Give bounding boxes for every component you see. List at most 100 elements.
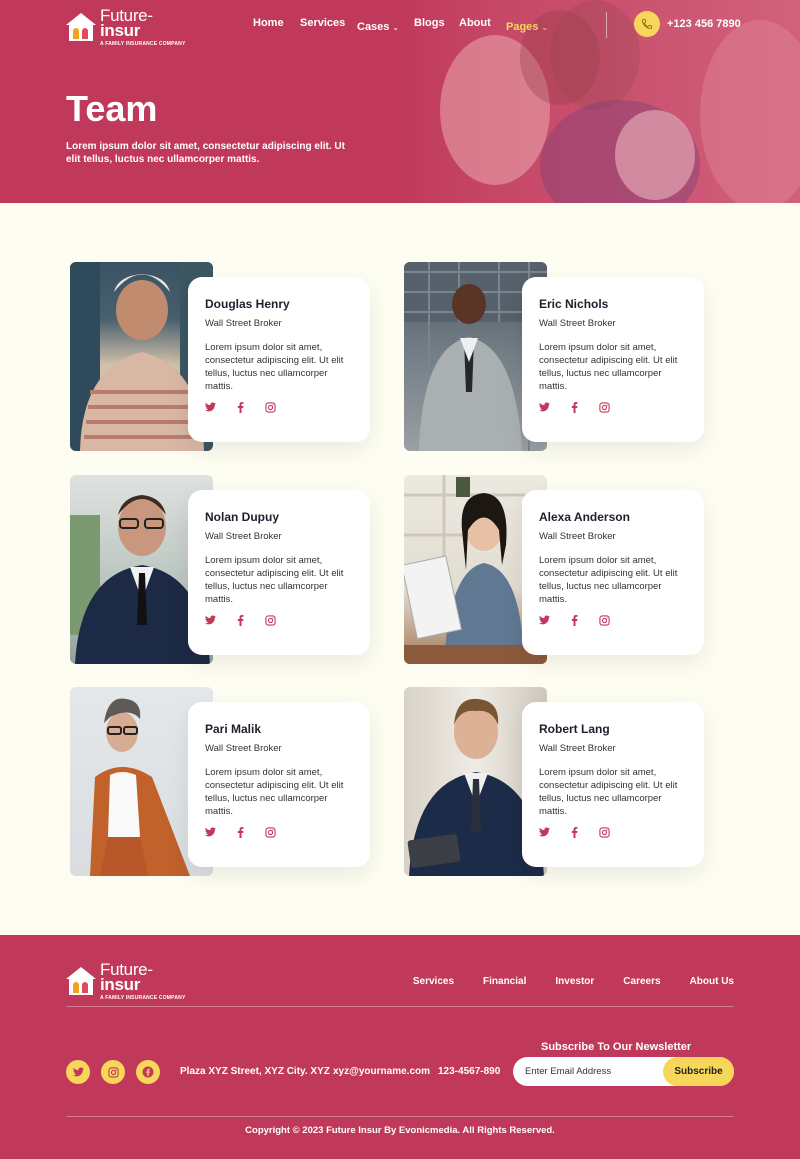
brand-logo[interactable]: Future- insur A FAMILY INSURANCE COMPANY <box>66 7 186 47</box>
team-member-name: Eric Nichols <box>539 297 609 311</box>
team-member-name: Nolan Dupuy <box>205 510 279 524</box>
team-member-bio: Lorem ipsum dolor sit amet, consectetur … <box>205 342 344 392</box>
logo-text-line2: insur <box>100 975 141 995</box>
instagram-icon[interactable] <box>265 615 276 629</box>
chevron-down-icon: ⌄ <box>392 23 400 32</box>
footer-address: Plaza XYZ Street, XYZ City. XYZ <box>180 1066 330 1077</box>
footer-nav-financial[interactable]: Financial <box>483 976 526 987</box>
team-member-info: Alexa Anderson Wall Street Broker Lorem … <box>522 490 704 655</box>
copyright-text: Copyright © 2023 Future Insur By Evonicm… <box>245 1125 555 1136</box>
twitter-icon[interactable] <box>205 402 216 416</box>
instagram-icon[interactable] <box>599 615 610 629</box>
team-member-role: Wall Street Broker <box>205 531 282 542</box>
team-member-info: Nolan Dupuy Wall Street Broker Lorem ips… <box>188 490 370 655</box>
hero-header: Future- insur A FAMILY INSURANCE COMPANY… <box>0 0 800 203</box>
footer-nav-careers[interactable]: Careers <box>623 976 660 987</box>
team-member-role: Wall Street Broker <box>539 318 616 329</box>
team-member-role: Wall Street Broker <box>205 743 282 754</box>
nav-pages[interactable]: Pages ⌄ <box>506 17 548 35</box>
facebook-icon[interactable] <box>235 827 245 841</box>
twitter-icon[interactable] <box>205 615 216 629</box>
logo-text-line2: insur <box>100 21 141 41</box>
team-member-social <box>539 402 687 416</box>
footer-nav-services[interactable]: Services <box>413 976 454 987</box>
team-member-bio: Lorem ipsum dolor sit amet, consectetur … <box>205 767 344 817</box>
header-phone-number[interactable]: +123 456 7890 <box>667 18 741 30</box>
team-member-info: Eric Nichols Wall Street Broker Lorem ip… <box>522 277 704 442</box>
team-member-info: Pari Malik Wall Street Broker Lorem ipsu… <box>188 702 370 867</box>
twitter-icon[interactable] <box>66 1060 90 1084</box>
footer-email[interactable]: xyz@yourname.com <box>333 1066 430 1077</box>
facebook-icon[interactable] <box>136 1060 160 1084</box>
instagram-icon[interactable] <box>101 1060 125 1084</box>
instagram-icon[interactable] <box>265 827 276 841</box>
team-member-social <box>539 827 687 841</box>
nav-cases[interactable]: Cases ⌄ <box>357 17 399 35</box>
team-member-role: Wall Street Broker <box>205 318 282 329</box>
team-member-info: Robert Lang Wall Street Broker Lorem ips… <box>522 702 704 867</box>
twitter-icon[interactable] <box>539 615 550 629</box>
twitter-icon[interactable] <box>539 827 550 841</box>
logo-house-icon <box>66 13 96 42</box>
footer-phone[interactable]: 123-4567-890 <box>438 1066 500 1077</box>
facebook-icon[interactable] <box>569 615 579 629</box>
twitter-icon[interactable] <box>205 827 216 841</box>
hero-description: Lorem ipsum dolor sit amet, consectetur … <box>66 141 345 165</box>
team-member-name: Alexa Anderson <box>539 510 630 524</box>
team-member-name: Robert Lang <box>539 722 610 736</box>
facebook-icon[interactable] <box>235 402 245 416</box>
instagram-icon[interactable] <box>599 402 610 416</box>
nav-about[interactable]: About <box>459 17 491 29</box>
team-member-bio: Lorem ipsum dolor sit amet, consectetur … <box>205 555 344 605</box>
phone-icon <box>642 19 652 29</box>
phone-button[interactable] <box>634 11 660 37</box>
team-member-social <box>205 827 353 841</box>
footer-logo[interactable]: Future- insur A FAMILY INSURANCE COMPANY <box>66 961 186 1001</box>
instagram-icon[interactable] <box>265 402 276 416</box>
team-card: Douglas Henry Wall Street Broker Lorem i… <box>70 262 372 452</box>
nav-pages-label[interactable]: Pages <box>506 21 538 33</box>
footer-nav-about-us[interactable]: About Us <box>690 976 734 987</box>
nav-services[interactable]: Services <box>300 17 345 29</box>
site-footer: Future- insur A FAMILY INSURANCE COMPANY… <box>0 935 800 1159</box>
facebook-icon[interactable] <box>569 402 579 416</box>
twitter-icon[interactable] <box>539 402 550 416</box>
team-card: Alexa Anderson Wall Street Broker Lorem … <box>404 475 706 665</box>
footer-nav-investor[interactable]: Investor <box>555 976 594 987</box>
nav-cases-label[interactable]: Cases <box>357 21 389 33</box>
team-card: Nolan Dupuy Wall Street Broker Lorem ips… <box>70 475 372 665</box>
footer-nav: Services Financial Investor Careers Abou… <box>413 976 734 987</box>
hero-family-photo <box>400 0 800 203</box>
team-member-role: Wall Street Broker <box>539 531 616 542</box>
team-card: Eric Nichols Wall Street Broker Lorem ip… <box>404 262 706 452</box>
team-member-bio: Lorem ipsum dolor sit amet, consectetur … <box>539 555 678 605</box>
team-card: Robert Lang Wall Street Broker Lorem ips… <box>404 687 706 877</box>
facebook-icon[interactable] <box>235 615 245 629</box>
page-title: Team <box>66 88 158 129</box>
subscribe-button[interactable]: Subscribe <box>663 1057 734 1086</box>
team-card: Pari Malik Wall Street Broker Lorem ipsu… <box>70 687 372 877</box>
newsletter-title: Subscribe To Our Newsletter <box>541 1041 692 1053</box>
nav-home[interactable]: Home <box>253 17 284 29</box>
nav-divider <box>606 12 607 38</box>
team-member-social <box>205 615 353 629</box>
chevron-down-icon: ⌄ <box>541 23 549 32</box>
footer-divider <box>66 1006 734 1007</box>
team-member-info: Douglas Henry Wall Street Broker Lorem i… <box>188 277 370 442</box>
team-member-social <box>539 615 687 629</box>
team-member-bio: Lorem ipsum dolor sit amet, consectetur … <box>539 767 678 817</box>
newsletter-email-input[interactable] <box>525 1064 665 1079</box>
nav-blogs[interactable]: Blogs <box>414 17 445 29</box>
logo-house-icon <box>66 967 96 996</box>
logo-tagline: A FAMILY INSURANCE COMPANY <box>100 40 186 47</box>
team-member-social <box>205 402 353 416</box>
team-member-bio: Lorem ipsum dolor sit amet, consectetur … <box>539 342 678 392</box>
footer-divider <box>66 1116 734 1117</box>
team-member-name: Douglas Henry <box>205 297 290 311</box>
logo-tagline: A FAMILY INSURANCE COMPANY <box>100 994 186 1001</box>
instagram-icon[interactable] <box>599 827 610 841</box>
team-member-role: Wall Street Broker <box>539 743 616 754</box>
newsletter-form: Subscribe <box>513 1057 734 1086</box>
team-member-name: Pari Malik <box>205 722 262 736</box>
facebook-icon[interactable] <box>569 827 579 841</box>
